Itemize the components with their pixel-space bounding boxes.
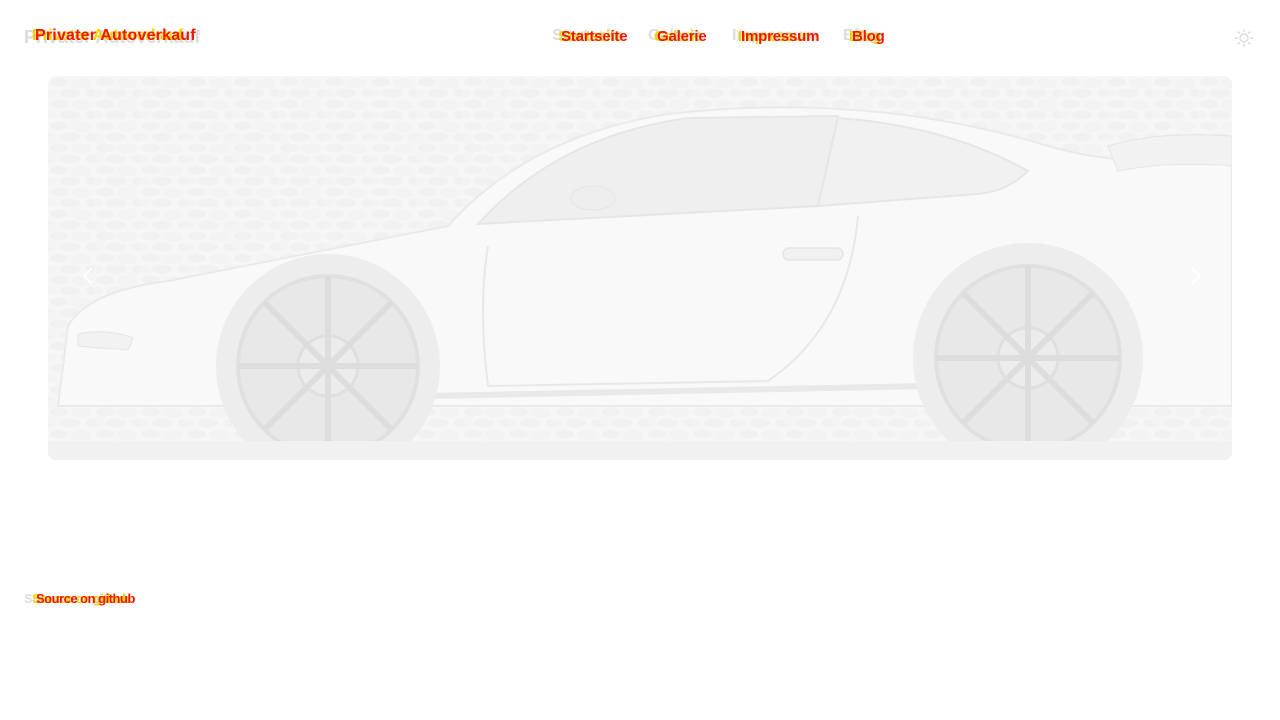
sun-icon bbox=[1234, 28, 1254, 48]
nav-blog-label: Blog bbox=[852, 28, 885, 45]
source-link-label: Source on github bbox=[36, 591, 135, 606]
nav-startseite-label: Startseite bbox=[561, 28, 628, 45]
hero-carousel bbox=[48, 76, 1232, 460]
nav-blog[interactable]: Blog Blog Blog bbox=[843, 27, 885, 51]
chevron-right-icon bbox=[1191, 267, 1202, 285]
nav-impressum-label: Impressum bbox=[741, 28, 820, 45]
carousel-prev-button[interactable] bbox=[68, 256, 108, 296]
theme-toggle-button[interactable] bbox=[1234, 28, 1254, 48]
brand-text: Privater Autoverkauf bbox=[35, 27, 196, 44]
brand-link[interactable]: Privater Autoverkauf Privater Autoverkau… bbox=[24, 27, 214, 51]
site-header: Privater Autoverkauf Privater Autoverkau… bbox=[0, 0, 1280, 76]
nav-startseite[interactable]: Startseite Startseite Startseite bbox=[552, 27, 628, 51]
chevron-left-icon bbox=[82, 267, 93, 285]
page: Privater Autoverkauf Privater Autoverkau… bbox=[0, 0, 1280, 720]
source-on-github-link[interactable]: Source on github Source on github Source… bbox=[24, 591, 264, 609]
nav-galerie-label: Galerie bbox=[657, 28, 707, 45]
nav-impressum[interactable]: Impressum Impressum Impressum bbox=[732, 27, 820, 51]
carousel-next-button[interactable] bbox=[1176, 256, 1216, 296]
car-photo bbox=[48, 76, 1232, 460]
nav-galerie[interactable]: Galerie Galerie Galerie bbox=[648, 27, 707, 51]
